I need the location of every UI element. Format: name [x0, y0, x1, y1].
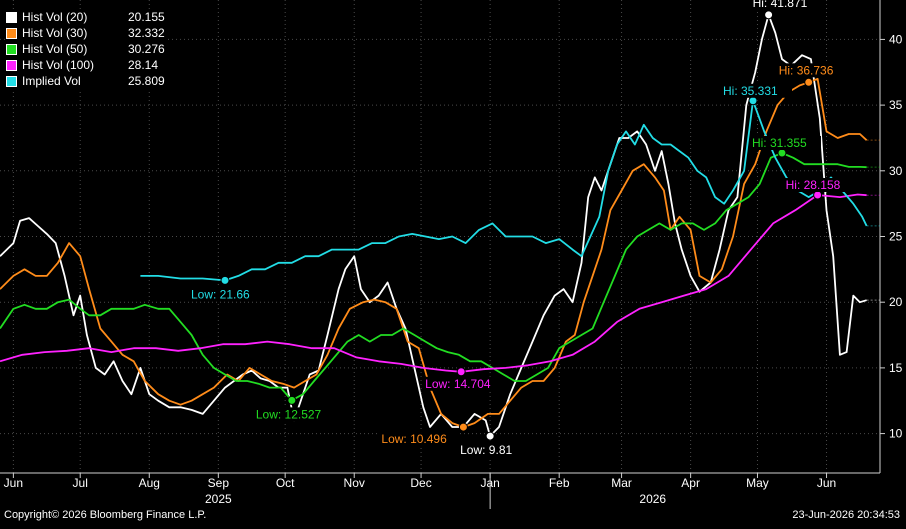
annotation-label: Hi: 41.871 — [753, 0, 808, 10]
annotation-label: Hi: 31.355 — [752, 136, 807, 150]
chart-legend: Hist Vol (20) 20.155 Hist Vol (30) 32.33… — [6, 9, 165, 89]
copyright-text: Copyright© 2026 Bloomberg Finance L.P. — [4, 509, 207, 521]
annotation-marker — [764, 10, 774, 20]
annotation-marker — [777, 148, 787, 158]
legend-value: 25.809 — [128, 74, 165, 88]
x-tick-label: Jun — [817, 476, 836, 490]
annotation-label: Hi: 35.331 — [723, 84, 778, 98]
annotation-marker — [485, 431, 495, 441]
x-tick-label: Feb — [549, 476, 570, 490]
y-tick-label: 15 — [889, 361, 903, 375]
legend-item-hist-vol-50[interactable]: Hist Vol (50) 30.276 — [6, 41, 165, 57]
annotation-marker — [287, 395, 297, 405]
x-tick-label: Aug — [139, 476, 160, 490]
x-tick-label: May — [746, 476, 769, 490]
legend-item-implied-vol[interactable]: Implied Vol 25.809 — [6, 73, 165, 89]
annotation-label: Low: 9.81 — [460, 443, 512, 457]
x-tick-label: Jul — [73, 476, 88, 490]
legend-swatch — [6, 43, 17, 55]
annotation-marker — [220, 275, 230, 285]
legend-item-hist-vol-30[interactable]: Hist Vol (30) 32.332 — [6, 25, 165, 41]
legend-swatch — [6, 27, 17, 39]
x-tick-label: Nov — [344, 476, 365, 490]
annotation-label: Low: 14.704 — [425, 377, 491, 391]
legend-label: Hist Vol (50) — [22, 42, 88, 56]
y-tick-label: 40 — [889, 32, 903, 46]
x-tick-label: Dec — [410, 476, 431, 490]
annotation-label: Low: 21.66 — [191, 287, 250, 301]
annotation-marker — [748, 96, 758, 106]
annotation-label: Hi: 36.736 — [779, 63, 834, 77]
annotation-label: Hi: 28.158 — [786, 178, 841, 192]
annotation-label: Low: 12.527 — [256, 407, 322, 421]
legend-label: Hist Vol (30) — [22, 26, 88, 40]
x-tick-label: Oct — [276, 476, 295, 490]
legend-value: 30.276 — [128, 42, 165, 56]
legend-swatch — [6, 59, 17, 71]
legend-swatch — [6, 75, 17, 87]
timestamp-text: 23-Jun-2026 20:34:53 — [792, 509, 900, 521]
legend-label: Hist Vol (20) — [22, 10, 88, 24]
x-tick-label: Mar — [611, 476, 632, 490]
annotation-label: Low: 10.496 — [381, 432, 447, 446]
y-tick-label: 10 — [889, 427, 903, 441]
annotation-marker — [804, 77, 814, 87]
legend-item-hist-vol-100[interactable]: Hist Vol (100) 28.14 — [6, 57, 165, 73]
x-tick-label: Sep — [208, 476, 230, 490]
legend-label: Implied Vol — [22, 74, 81, 88]
y-tick-label: 30 — [889, 164, 903, 178]
legend-item-hist-vol-20[interactable]: Hist Vol (20) 20.155 — [6, 9, 165, 25]
y-tick-label: 35 — [889, 98, 903, 112]
annotation-marker — [813, 190, 823, 200]
y-tick-label: 20 — [889, 295, 903, 309]
annotation-marker — [456, 367, 466, 377]
legend-swatch — [6, 11, 17, 23]
legend-value: 32.332 — [128, 26, 165, 40]
year-label: 2025 — [205, 492, 232, 506]
x-tick-label: Apr — [681, 476, 700, 490]
legend-value: 28.14 — [128, 58, 159, 72]
annotation-marker — [458, 422, 468, 432]
year-label: 2026 — [639, 492, 666, 506]
y-tick-label: 25 — [889, 230, 903, 244]
legend-label: Hist Vol (100) — [22, 58, 95, 72]
x-tick-label: Jun — [4, 476, 23, 490]
legend-value: 20.155 — [128, 10, 165, 24]
